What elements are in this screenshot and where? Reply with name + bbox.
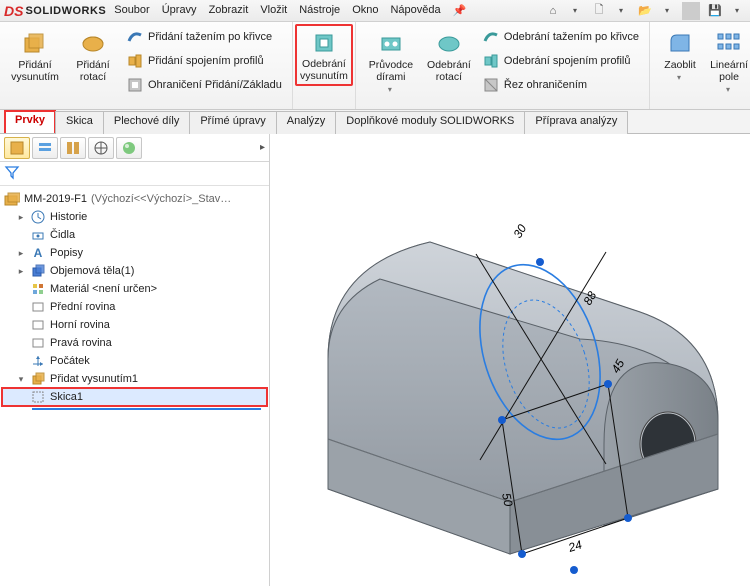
tree-cidla[interactable]: Čidla [2, 226, 267, 244]
panel-tab-configuration[interactable] [60, 137, 86, 159]
command-tab-strip: Prvky Skica Plechové díly Přímé úpravy A… [0, 110, 750, 134]
tab-plechove-dily[interactable]: Plechové díly [103, 111, 190, 134]
tree-root[interactable]: MM-2019-F1 (Výchozí<<Výchozí>_Stav… [2, 190, 267, 208]
pridani-vysunutim-button[interactable]: Přidání vysunutím [6, 26, 64, 86]
tab-doplnkove-moduly[interactable]: Doplňkové moduly SOLIDWORKS [335, 111, 525, 134]
pruvodce-dirami-button[interactable]: Průvodce dírami▾ [362, 26, 420, 97]
menu-upravy[interactable]: Úpravy [162, 4, 197, 17]
menu-soubor[interactable]: Soubor [114, 4, 149, 17]
rollback-bar[interactable] [32, 408, 261, 410]
title-bar: DS SOLIDWORKS Soubor Úpravy Zobrazit Vlo… [0, 0, 750, 22]
tree-skica1[interactable]: Skica1 [2, 388, 267, 406]
command-ribbon: Přidání vysunutím Přidání rotací Přidání… [0, 22, 750, 110]
panel-tab-strip: ▸ [0, 134, 269, 162]
tab-prime-upravy[interactable]: Přímé úpravy [189, 111, 276, 134]
home-icon[interactable]: ⌂ [544, 2, 562, 20]
app-name: SOLIDWORKS [25, 5, 106, 17]
separator [682, 2, 700, 20]
menu-okno[interactable]: Okno [352, 4, 378, 17]
tree-objemova-tela[interactable]: ▸ Objemová těla(1) [2, 262, 267, 280]
tree-horni-rovina[interactable]: Horní rovina [2, 316, 267, 334]
menu-napoveda[interactable]: Nápověda [390, 4, 440, 17]
pin-icon[interactable]: 📌 [453, 4, 467, 17]
panel-tab-feature-tree[interactable] [4, 137, 30, 159]
tab-analyzy[interactable]: Analýzy [276, 111, 337, 134]
tree-popisy[interactable]: ▸A Popisy [2, 244, 267, 262]
menu-zobrazit[interactable]: Zobrazit [209, 4, 249, 17]
tree-historie[interactable]: ▸ Historie [2, 208, 267, 226]
pridani-rotaci-button[interactable]: Přidání rotací [64, 26, 122, 86]
svg-text:24: 24 [566, 537, 584, 555]
feature-manager-panel: ▸ MM-2019-F1 (Výchozí<<Výchozí>_Stav… ▸ … [0, 134, 270, 586]
zaoblit-button[interactable]: Zaoblit▾ [656, 26, 704, 85]
tree-predni-rovina[interactable]: Přední rovina [2, 298, 267, 316]
rez-ohranicenim-button[interactable]: Řez ohraničením [478, 74, 643, 96]
menu-nastroje[interactable]: Nástroje [299, 4, 340, 17]
tab-prvky[interactable]: Prvky [4, 110, 56, 133]
tab-skica[interactable]: Skica [55, 111, 104, 134]
pridani-tazenim-button[interactable]: Přidání tažením po křivce [122, 26, 286, 48]
odebrani-spojenim-button[interactable]: Odebrání spojením profilů [478, 50, 643, 72]
workspace: ▸ MM-2019-F1 (Výchozí<<Výchozí>_Stav… ▸ … [0, 134, 750, 586]
open-doc-icon[interactable]: 📂 [636, 2, 654, 20]
panel-tab-overflow-icon[interactable]: ▸ [260, 142, 265, 153]
tree-pridat-vysunutim1[interactable]: ▾ Přidat vysunutím1 [2, 370, 267, 388]
ohraniceni-button[interactable]: Ohraničení Přidání/Základu [122, 74, 286, 96]
save-icon[interactable]: 💾 [706, 2, 724, 20]
graphics-viewport[interactable]: 30 88 45 50 24 [270, 134, 750, 586]
tree-prava-rovina[interactable]: Pravá rovina [2, 334, 267, 352]
new-doc-icon[interactable]: 🗋 [590, 2, 608, 20]
tab-priprava-analyzy[interactable]: Příprava analýzy [524, 111, 628, 134]
tree-material[interactable]: Materiál <není určen> [2, 280, 267, 298]
odebrani-vysunutim-button[interactable]: Odebrání vysunutím [295, 24, 353, 86]
app-logo: DS SOLIDWORKS [4, 3, 106, 19]
main-menu-bar: Soubor Úpravy Zobrazit Vložit Nástroje O… [114, 4, 466, 17]
panel-tab-display[interactable] [116, 137, 142, 159]
odebrani-rotaci-button[interactable]: Odebrání rotací [420, 26, 478, 86]
svg-text:30: 30 [510, 222, 529, 241]
tree-pocatek[interactable]: Počátek [2, 352, 267, 370]
feature-tree[interactable]: MM-2019-F1 (Výchozí<<Výchozí>_Stav… ▸ Hi… [0, 186, 269, 586]
panel-tab-dimxpert[interactable] [88, 137, 114, 159]
filter-funnel-icon[interactable] [4, 164, 20, 183]
linearni-pole-button[interactable]: Lineární pole▾ [704, 26, 750, 97]
odebrani-tazenim-button[interactable]: Odebrání tažením po křivce [478, 26, 643, 48]
tree-filter-bar [0, 162, 269, 186]
panel-tab-property-manager[interactable] [32, 137, 58, 159]
menu-vlozit[interactable]: Vložit [260, 4, 287, 17]
pridani-spojenim-button[interactable]: Přidání spojením profilů [122, 50, 286, 72]
ds-logo-icon: DS [4, 3, 23, 19]
quick-access-toolbar: ⌂▾ 🗋▾ 📂▾ 💾▾ [544, 2, 746, 20]
